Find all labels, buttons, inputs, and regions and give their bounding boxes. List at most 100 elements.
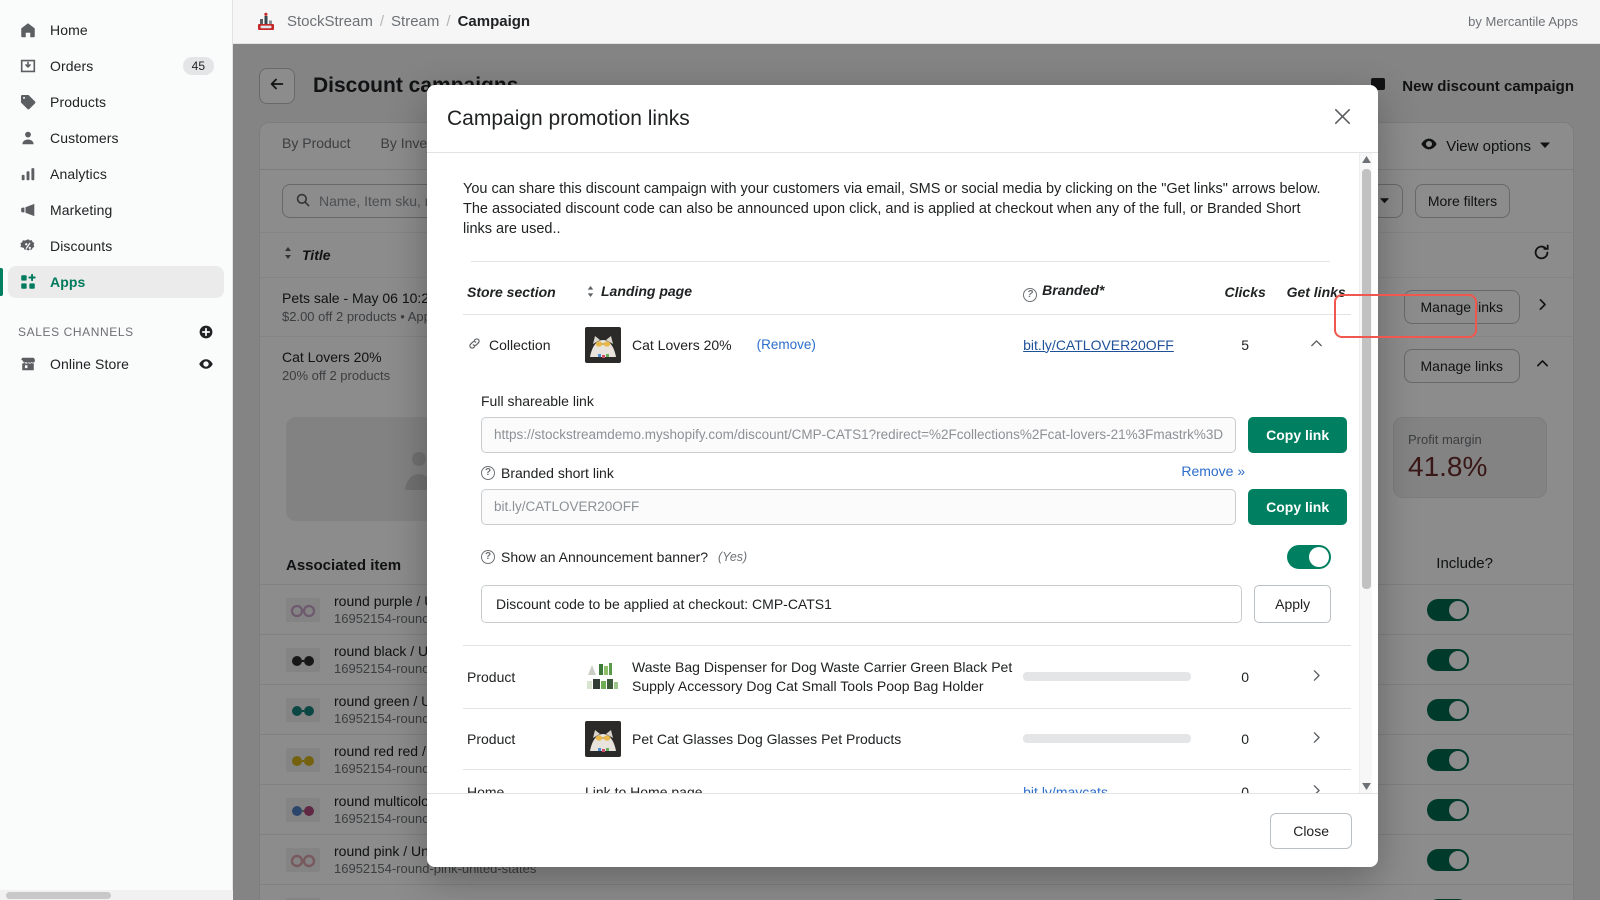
- sidebar-item-label: Home: [50, 22, 88, 38]
- help-circle-icon[interactable]: ?: [481, 466, 495, 480]
- cell-landing-page: Waste Bag Dispenser for Dog Waste Carrie…: [581, 645, 1019, 708]
- column-header-clicks: Clicks: [1209, 276, 1281, 314]
- breadcrumb-separator: /: [446, 13, 450, 30]
- pet-cat-glasses-thumbnail: [585, 721, 621, 757]
- plus-circle-icon[interactable]: [198, 324, 214, 340]
- modal-intro-text: You can share this discount campaign wit…: [463, 179, 1333, 239]
- help-circle-icon[interactable]: ?: [1023, 288, 1037, 302]
- chevron-up-icon[interactable]: [1308, 335, 1325, 355]
- apps-grid-plus-icon: [18, 272, 38, 292]
- breadcrumb: StockStream / Stream / Campaign: [287, 13, 530, 30]
- link-icon: [467, 336, 482, 354]
- cell-store-section: Collection: [463, 314, 581, 375]
- sidebar-item-marketing[interactable]: Marketing: [8, 194, 224, 226]
- discount-code-row: Discount code to be applied at checkout:…: [481, 585, 1347, 623]
- breadcrumb-item-stockstream[interactable]: StockStream: [287, 13, 373, 30]
- modal-body: You can share this discount campaign wit…: [427, 153, 1378, 793]
- chevron-right-icon[interactable]: [1308, 729, 1325, 749]
- sales-channels-label: SALES CHANNELS: [18, 325, 134, 339]
- sort-icon[interactable]: [585, 285, 596, 301]
- sidebar-item-label: Online Store: [50, 356, 129, 372]
- cell-get-links: [1281, 708, 1351, 769]
- column-header-branded-label: Branded*: [1042, 282, 1104, 298]
- sidebar-item-label: Products: [50, 94, 106, 110]
- sidebar-item-analytics[interactable]: Analytics: [8, 158, 224, 190]
- close-icon[interactable]: [1331, 105, 1354, 133]
- cell-clicks: 0: [1209, 645, 1281, 708]
- branded-short-link[interactable]: bit.ly/CATLOVER20OFF: [1023, 337, 1174, 353]
- cell-store-section: Product: [463, 645, 581, 708]
- cell-get-links: [1281, 769, 1351, 793]
- table-row[interactable]: Collection: [463, 314, 1351, 375]
- sidebar-item-products[interactable]: Products: [8, 86, 224, 118]
- cat-glasses-thumbnail: [585, 327, 621, 363]
- sidebar-item-customers[interactable]: Customers: [8, 122, 224, 154]
- copy-full-link-button[interactable]: Copy link: [1248, 417, 1347, 453]
- sidebar-item-orders[interactable]: Orders 45: [8, 50, 224, 82]
- announcement-banner-row: ? Show an Announcement banner? (Yes): [481, 545, 1347, 569]
- help-circle-icon[interactable]: ?: [481, 550, 495, 564]
- column-header-landing-page: Landing page: [581, 276, 1019, 314]
- cell-clicks: 0: [1209, 769, 1281, 793]
- announcement-banner-toggle[interactable]: [1287, 545, 1331, 569]
- sidebar-item-discounts[interactable]: Discounts: [8, 230, 224, 262]
- scrollbar-thumb[interactable]: [1362, 169, 1371, 589]
- eye-icon[interactable]: [198, 356, 214, 372]
- cell-get-links: [1281, 645, 1351, 708]
- close-button[interactable]: Close: [1270, 813, 1352, 849]
- branded-link-placeholder: [1023, 734, 1191, 743]
- chevron-right-icon[interactable]: [1308, 782, 1325, 794]
- orders-inbox-icon: [18, 56, 38, 76]
- full-shareable-link-label: Full shareable link: [481, 393, 1347, 409]
- announcement-banner-state: (Yes): [718, 550, 747, 564]
- table-row[interactable]: Product: [463, 645, 1351, 708]
- column-header-get-links: Get links: [1281, 276, 1351, 314]
- breadcrumb-separator: /: [380, 13, 384, 30]
- apply-button[interactable]: Apply: [1254, 585, 1331, 623]
- branded-short-link[interactable]: bit.ly/maycats: [1023, 784, 1108, 794]
- megaphone-icon: [18, 200, 38, 220]
- discount-code-input[interactable]: Discount code to be applied at checkout:…: [481, 585, 1242, 623]
- chevron-right-icon[interactable]: [1308, 667, 1325, 687]
- breadcrumb-item-stream[interactable]: Stream: [391, 13, 439, 30]
- full-shareable-link-input[interactable]: https://stockstreamdemo.myshopify.com/di…: [481, 417, 1236, 453]
- announcement-banner-label: ? Show an Announcement banner? (Yes): [481, 549, 747, 565]
- branded-link-placeholder: [1023, 672, 1191, 681]
- remove-branded-link-button[interactable]: Remove »: [1181, 463, 1245, 479]
- column-header-store-section: Store section: [463, 276, 581, 314]
- triangle-down-icon[interactable]: [1360, 780, 1373, 793]
- window-horizontal-scrollbar[interactable]: [0, 890, 233, 900]
- bar-chart-icon: [18, 164, 38, 184]
- landing-page-label: Pet Cat Glasses Dog Glasses Pet Products: [632, 731, 901, 747]
- cell-store-section: Home: [463, 769, 581, 793]
- sidebar-item-home[interactable]: Home: [8, 14, 224, 46]
- column-header-landing-page-label: Landing page: [601, 283, 692, 299]
- expanded-link-panel: Full shareable link https://stockstreamd…: [463, 375, 1351, 645]
- cell-branded: [1019, 645, 1209, 708]
- scrollbar-thumb[interactable]: [6, 892, 111, 899]
- column-header-branded: ? Branded*: [1019, 276, 1209, 314]
- copy-branded-link-button[interactable]: Copy link: [1248, 489, 1347, 525]
- cell-get-links: [1281, 314, 1351, 375]
- person-icon: [18, 128, 38, 148]
- remove-landing-page-link[interactable]: (Remove): [757, 337, 816, 352]
- sidebar-item-label: Apps: [50, 274, 85, 290]
- tag-icon: [18, 92, 38, 112]
- modal-scrollbar[interactable]: [1359, 153, 1372, 793]
- sidebar-item-online-store[interactable]: Online Store: [8, 348, 224, 380]
- triangle-up-icon[interactable]: [1360, 153, 1373, 166]
- cell-branded: bit.ly/maycats: [1019, 769, 1209, 793]
- modal-footer: Close: [427, 793, 1378, 867]
- cell-landing-page: Cat Lovers 20% (Remove): [581, 314, 1019, 375]
- cell-clicks: 0: [1209, 708, 1281, 769]
- sidebar-item-label: Customers: [50, 130, 119, 146]
- divider: [471, 261, 1330, 262]
- branded-short-link-input[interactable]: bit.ly/CATLOVER20OFF: [481, 489, 1236, 525]
- table-row[interactable]: Home Link to Home page bit.ly/maycats 0: [463, 769, 1351, 793]
- sidebar-item-apps[interactable]: Apps: [8, 266, 224, 298]
- table-row[interactable]: Product: [463, 708, 1351, 769]
- landing-page-label: Waste Bag Dispenser for Dog Waste Carrie…: [632, 658, 1015, 696]
- branded-short-link-row: bit.ly/CATLOVER20OFF Copy link: [481, 489, 1347, 525]
- sales-channels-section-header: SALES CHANNELS: [18, 324, 214, 340]
- cell-branded: bit.ly/CATLOVER20OFF: [1019, 314, 1209, 375]
